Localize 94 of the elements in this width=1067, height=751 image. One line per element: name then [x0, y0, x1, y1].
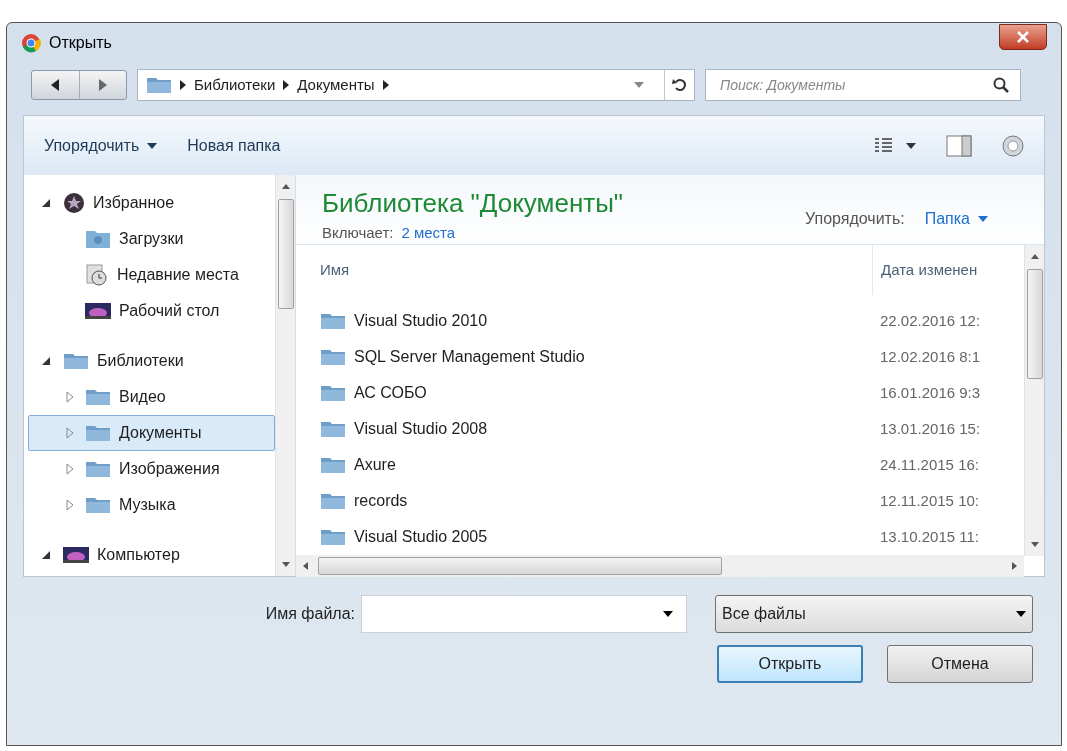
file-row[interactable]: SQL Server Management Studio 12.02.2016 8:1: [296, 339, 1024, 375]
file-name: АС СОБО: [354, 383, 427, 403]
caret-icon: [634, 82, 644, 88]
scroll-thumb[interactable]: [1026, 269, 1043, 379]
includes-label: Включает:: [322, 222, 394, 243]
refresh-icon: [671, 77, 688, 93]
file-name-label: Имя файла:: [265, 604, 355, 624]
dialog-button[interactable]: Отмена: [887, 645, 1033, 683]
desktop-icon: [85, 302, 111, 320]
scrollbar[interactable]: [1024, 245, 1044, 556]
file-type-dropdown[interactable]: Все файлы: [715, 595, 1033, 633]
tree-item[interactable]: Рабочий стол: [28, 293, 275, 329]
file-date: 24.11.2015 16:: [880, 454, 979, 475]
folder-icon: [85, 460, 111, 478]
folder-icon: [320, 528, 346, 546]
file-row[interactable]: Axure 24.11.2015 16:: [296, 447, 1024, 483]
scroll-thumb[interactable]: [318, 557, 722, 575]
browser-logo-icon: [21, 33, 41, 53]
folder-icon: [320, 348, 346, 366]
locations-link[interactable]: 2 места: [401, 221, 456, 244]
file-name: Visual Studio 2010: [354, 311, 488, 331]
window-title: Открыть: [49, 33, 112, 53]
clock-icon: [85, 264, 109, 286]
arrange-label: Упорядочить:: [805, 209, 905, 229]
breadcrumb-item[interactable]: Библиотеки: [194, 73, 276, 97]
tree-item[interactable]: Библиотеки: [28, 343, 275, 379]
view-button[interactable]: [874, 136, 916, 155]
scroll-left-icon[interactable]: [302, 561, 310, 571]
caret-icon: [978, 216, 988, 222]
folder-icon: [320, 384, 346, 402]
list-view-icon: [874, 136, 894, 155]
forward-arrow-icon: [97, 79, 108, 91]
folder-icon: [63, 352, 89, 370]
dialog-button[interactable]: Открыть: [717, 645, 863, 683]
file-date: 12.11.2015 10:: [880, 490, 979, 511]
file-date: 16.01.2016 9:3: [880, 382, 981, 403]
new-folder-button[interactable]: Новая папка: [187, 133, 281, 158]
folder-icon: [320, 420, 346, 438]
help-icon[interactable]: [1002, 134, 1024, 157]
file-name: SQL Server Management Studio: [354, 347, 585, 367]
folder-icon: [320, 312, 346, 330]
caret-icon: [147, 142, 158, 149]
back-arrow-icon: [50, 79, 61, 91]
preview-pane-icon[interactable]: [946, 134, 972, 157]
caret-icon: [1016, 611, 1026, 617]
scroll-thumb[interactable]: [277, 199, 294, 309]
tree-item[interactable]: Изображения: [28, 451, 275, 487]
folder-icon: [146, 76, 172, 94]
file-date: 13.10.2015 11:: [880, 526, 979, 547]
file-row[interactable]: Visual Studio 2010 22.02.2016 12:: [296, 303, 1024, 339]
caret-icon: [906, 142, 916, 149]
horizontal-scrollbar[interactable]: [296, 555, 1024, 577]
close-button[interactable]: [999, 24, 1047, 50]
file-name: Visual Studio 2008: [354, 419, 488, 439]
folder-icon: [85, 388, 111, 406]
tree-item[interactable]: Музыка: [28, 487, 275, 523]
file-row[interactable]: Visual Studio 2008 13.01.2016 15:: [296, 411, 1024, 447]
tree-item[interactable]: Видео: [28, 379, 275, 415]
file-date: 13.01.2016 15:: [880, 418, 981, 439]
search-field[interactable]: Поиск: Документы: [705, 69, 1021, 101]
address-bar[interactable]: Библиотеки Документы: [137, 69, 695, 101]
file-name-field[interactable]: [361, 595, 687, 633]
library-title: Библиотека "Документы": [322, 187, 624, 220]
folder-icon: [320, 492, 346, 510]
scrollbar[interactable]: [275, 175, 295, 576]
tree-item[interactable]: Компьютер: [28, 537, 275, 573]
file-row[interactable]: Visual Studio 2005 13.10.2015 11:: [296, 519, 1024, 555]
folder-icon: [85, 496, 111, 514]
search-icon: [993, 77, 1009, 93]
folder-icon: [85, 424, 111, 442]
breadcrumb-arrow-icon[interactable]: [283, 80, 290, 90]
file-name: Axure: [354, 455, 396, 475]
file-row[interactable]: АС СОБО 16.01.2016 9:3: [296, 375, 1024, 411]
file-name: Visual Studio 2005: [354, 527, 488, 547]
scroll-right-icon[interactable]: [1010, 561, 1018, 571]
column-header[interactable]: Имя: [296, 258, 872, 282]
desktop-icon: [63, 546, 89, 564]
folder-icon: [85, 229, 111, 249]
close-icon: [1016, 31, 1030, 43]
tree-item[interactable]: Недавние места: [28, 257, 275, 293]
breadcrumb-item[interactable]: Документы: [297, 73, 375, 97]
breadcrumb-arrow-icon[interactable]: [382, 80, 389, 90]
file-row[interactable]: records 12.11.2015 10:: [296, 483, 1024, 519]
file-date: 22.02.2016 12:: [880, 310, 981, 331]
caret-icon: [663, 611, 673, 617]
arrange-dropdown[interactable]: Папка: [924, 207, 988, 231]
file-name: records: [354, 491, 408, 511]
folder-icon: [320, 456, 346, 474]
tree-item[interactable]: Загрузки: [28, 221, 275, 257]
breadcrumb-arrow-icon[interactable]: [180, 80, 186, 90]
tree-item[interactable]: Избранное: [28, 185, 275, 221]
file-date: 12.02.2016 8:1: [880, 346, 981, 367]
organize-button[interactable]: Упорядочить: [44, 133, 158, 158]
tree-item[interactable]: Документы: [28, 415, 275, 451]
